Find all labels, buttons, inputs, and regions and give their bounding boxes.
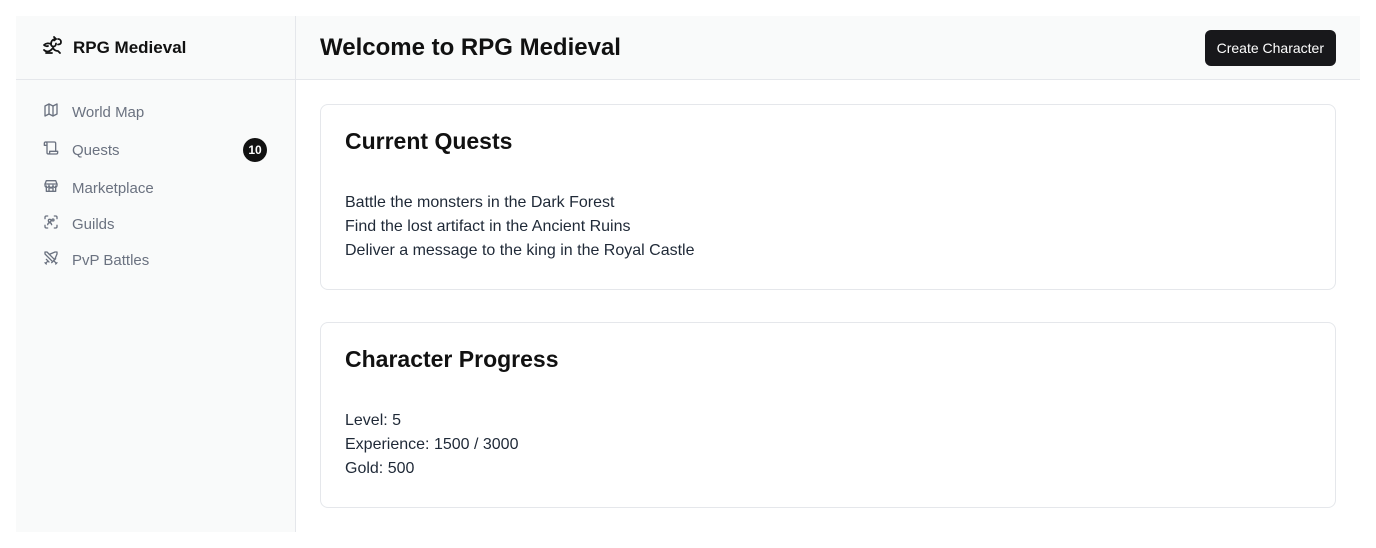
quests-list: Battle the monsters in the Dark Forest F…	[345, 191, 1311, 263]
main-content: Current Quests Battle the monsters in th…	[296, 80, 1360, 508]
brand[interactable]: RPG Medieval	[16, 16, 295, 80]
quest-item: Deliver a message to the king in the Roy…	[345, 242, 695, 259]
quests-count-badge: 10	[243, 138, 267, 162]
progress-stats: Level: 5 Experience: 1500 / 3000 Gold: 5…	[345, 409, 1311, 481]
sidebar-item-label: Marketplace	[72, 179, 154, 197]
character-progress-card: Character Progress Level: 5 Experience: …	[320, 322, 1336, 508]
sidebar-item-label: Quests	[72, 141, 120, 159]
sidebar-item-quests[interactable]: Quests 10	[32, 130, 267, 170]
swords-icon	[43, 250, 59, 270]
app-shell: RPG Medieval World Map Quests 10 Marketp…	[16, 16, 1360, 532]
experience-stat: Experience: 1500 / 3000	[345, 436, 519, 453]
scroll-icon	[43, 140, 59, 160]
create-character-button[interactable]: Create Character	[1204, 29, 1336, 66]
store-icon	[43, 178, 59, 198]
sidebar-item-marketplace[interactable]: Marketplace	[32, 170, 267, 206]
map-icon	[43, 102, 59, 122]
card-title: Character Progress	[345, 346, 559, 372]
main-area: Welcome to RPG Medieval Create Character…	[296, 16, 1360, 532]
sidebar-item-label: PvP Battles	[72, 251, 150, 269]
quest-item: Find the lost artifact in the Ancient Ru…	[345, 218, 631, 235]
sidebar-item-label: Guilds	[72, 215, 115, 233]
dragon-icon	[40, 33, 64, 62]
sidebar-item-world-map[interactable]: World Map	[32, 94, 267, 130]
guild-icon	[43, 214, 59, 234]
sidebar-item-pvp-battles[interactable]: PvP Battles	[32, 242, 267, 278]
sidebar-nav: World Map Quests 10 Marketplace Guilds P…	[16, 80, 295, 278]
sidebar-item-label: World Map	[72, 103, 145, 121]
top-header: Welcome to RPG Medieval Create Character	[296, 16, 1360, 80]
sidebar: RPG Medieval World Map Quests 10 Marketp…	[16, 16, 296, 532]
quest-item: Battle the monsters in the Dark Forest	[345, 194, 615, 211]
card-title: Current Quests	[345, 128, 513, 154]
current-quests-card: Current Quests Battle the monsters in th…	[320, 104, 1336, 290]
gold-stat: Gold: 500	[345, 460, 415, 477]
level-stat: Level: 5	[345, 412, 402, 429]
app-name: RPG Medieval	[73, 37, 187, 57]
page-title: Welcome to RPG Medieval	[320, 33, 621, 61]
sidebar-item-guilds[interactable]: Guilds	[32, 206, 267, 242]
